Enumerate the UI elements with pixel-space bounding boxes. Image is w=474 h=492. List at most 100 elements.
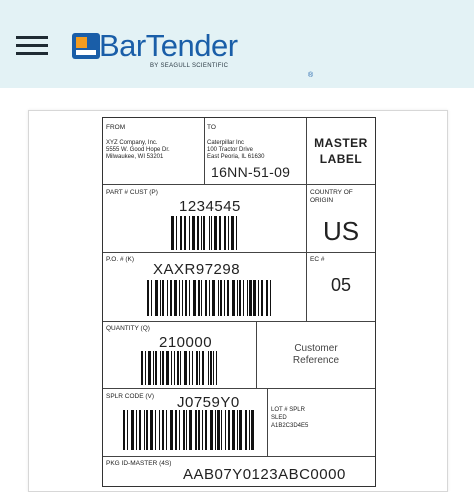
barcode-bar xyxy=(192,351,194,385)
pkg-value: AAB07Y0123ABC0000 xyxy=(183,466,346,483)
barcode-bar xyxy=(189,216,191,250)
barcode-bar xyxy=(220,280,223,316)
po-value: XAXR97298 xyxy=(153,261,241,278)
barcode-bar xyxy=(248,410,250,450)
barcode-bar xyxy=(180,216,183,250)
barcode-bar xyxy=(188,351,191,385)
barcode-bar xyxy=(146,410,149,450)
barcode-bar xyxy=(195,351,198,385)
barcode-bar xyxy=(211,216,213,250)
barcode-bar xyxy=(235,216,237,250)
barcode-bar xyxy=(217,280,219,316)
barcode-bar xyxy=(182,280,184,316)
barcode-bar xyxy=(253,280,257,316)
barcode-bar xyxy=(126,410,128,450)
barcode-bar xyxy=(165,410,167,450)
barcode-bar xyxy=(182,410,185,450)
barcode-bar xyxy=(204,410,207,450)
barcode-bar xyxy=(225,410,227,450)
part-barcode xyxy=(171,216,237,250)
barcode-bar xyxy=(236,280,238,316)
barcode-bar xyxy=(207,351,209,385)
from-caption: FROM xyxy=(106,124,126,131)
master-label-line-2: LABEL xyxy=(319,152,363,166)
from-line-2: 5555 W. Good Hope Dr. xyxy=(106,147,170,153)
lot-line-3: A1B2C3D4E5 xyxy=(271,423,309,429)
barcode-bar xyxy=(258,280,260,316)
barcode-bar xyxy=(184,280,187,316)
barcode-bar xyxy=(173,280,177,316)
splr-caption: SPLR CODE (V) xyxy=(106,393,155,400)
barcode-bar xyxy=(224,280,226,316)
barcode-bar xyxy=(200,216,202,250)
barcode-bar xyxy=(246,280,248,316)
barcode-bar xyxy=(201,351,205,385)
part-caption: PART # CUST (P) xyxy=(106,189,158,196)
divider xyxy=(103,456,375,457)
barcode-bar xyxy=(197,280,200,316)
barcode-bar xyxy=(180,351,182,385)
barcode-bar xyxy=(161,410,164,450)
barcode-bar xyxy=(176,216,178,250)
hamburger-menu-icon[interactable] xyxy=(16,36,48,56)
barcode-bar xyxy=(169,280,172,316)
barcode-bar xyxy=(195,410,197,450)
quantity-barcode xyxy=(141,351,217,385)
barcode-bar xyxy=(144,351,146,385)
barcode-bar xyxy=(230,216,234,250)
barcode-bar xyxy=(239,410,242,450)
bartender-logo-mark-icon xyxy=(72,33,100,59)
barcode-bar xyxy=(154,280,158,316)
divider xyxy=(103,252,375,253)
barcode-bar xyxy=(152,351,154,385)
barcode-bar xyxy=(213,351,215,385)
barcode-bar xyxy=(186,410,188,450)
to-caption: TO xyxy=(207,124,216,131)
barcode-bar xyxy=(183,216,186,250)
barcode-bar xyxy=(135,410,137,450)
barcode-bar xyxy=(215,351,217,385)
splr-value: J0759Y0 xyxy=(177,394,240,411)
barcode-bar xyxy=(236,410,238,450)
divider xyxy=(267,388,268,456)
barcode-bar xyxy=(171,216,175,250)
barcode-bar xyxy=(178,280,180,316)
customer-reference-line-2: Reference xyxy=(292,355,340,366)
master-label: FROM XYZ Company, Inc. 5555 W. Good Hope… xyxy=(102,117,376,487)
barcode-bar xyxy=(243,280,245,316)
barcode-bar xyxy=(123,410,126,450)
barcode-bar xyxy=(183,351,187,385)
country-value: US xyxy=(322,216,360,246)
barcode-bar xyxy=(214,410,216,450)
barcode-bar xyxy=(176,351,179,385)
barcode-bar xyxy=(189,410,193,450)
bartender-logo[interactable]: BarTender ® BY SEAGULL SCIENTIFIC xyxy=(72,28,313,79)
barcode-bar xyxy=(155,410,157,450)
barcode-bar xyxy=(201,280,203,316)
divider xyxy=(204,118,205,184)
barcode-bar xyxy=(174,410,177,450)
barcode-bar xyxy=(141,351,143,385)
barcode-bar xyxy=(231,280,235,316)
ec-caption: EC # xyxy=(310,256,325,263)
barcode-bar xyxy=(191,216,195,250)
barcode-bar xyxy=(224,216,227,250)
barcode-bar xyxy=(160,351,161,385)
country-caption-1: COUNTRY OF xyxy=(310,189,353,196)
barcode-bar xyxy=(203,216,206,250)
barcode-bar xyxy=(162,351,165,385)
brand-registered-mark: ® xyxy=(308,72,314,79)
lot-line-2: SLED xyxy=(271,415,287,421)
barcode-bar xyxy=(192,280,196,316)
barcode-bar xyxy=(218,216,221,250)
app-header: BarTender ® BY SEAGULL SCIENTIFIC xyxy=(0,0,474,88)
barcode-bar xyxy=(208,216,210,250)
from-line-3: Milwaukee, WI 53201 xyxy=(106,154,164,160)
barcode-bar xyxy=(167,280,169,316)
barcode-bar xyxy=(217,410,220,450)
divider xyxy=(103,321,375,322)
to-line-2: 100 Tractor Drive xyxy=(207,147,254,153)
to-code: 16NN-51-09 xyxy=(211,164,291,180)
ec-value: 05 xyxy=(330,275,352,295)
barcode-bar xyxy=(143,410,145,450)
